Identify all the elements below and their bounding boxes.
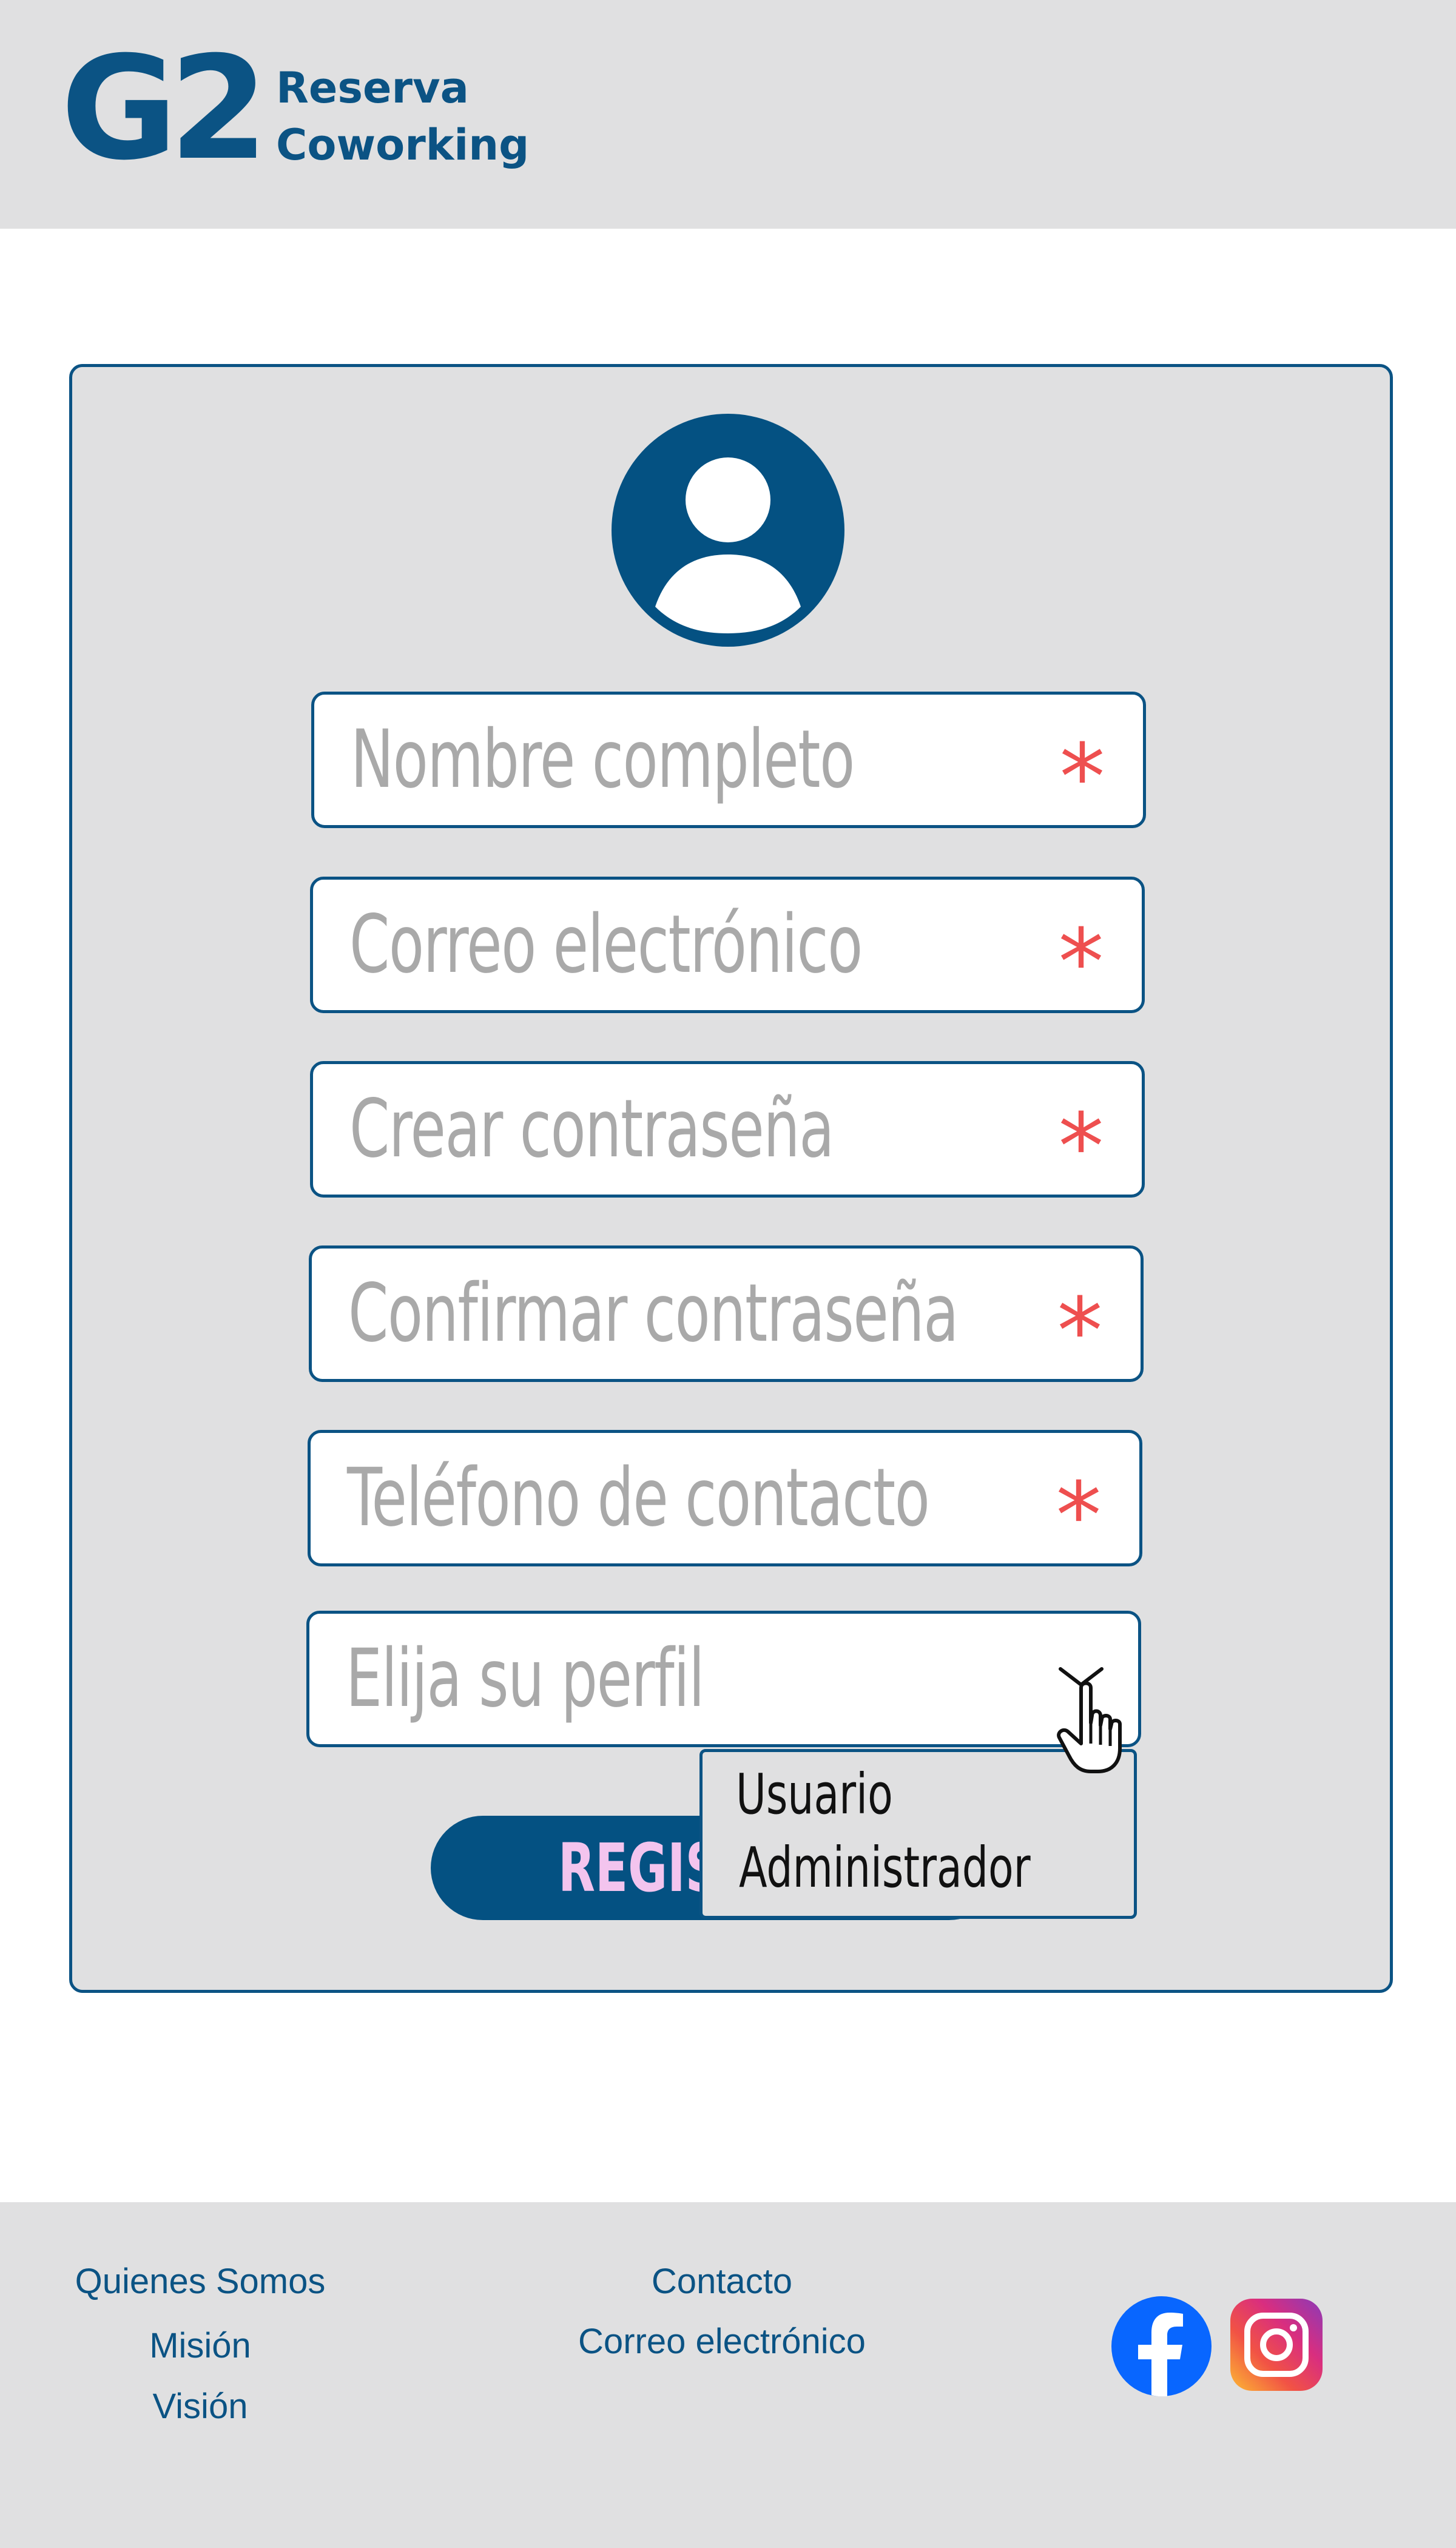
footer-link-quienes-somos[interactable]: Quienes Somos — [67, 2260, 334, 2303]
required-asterisk: * — [1056, 1463, 1102, 1569]
required-asterisk: * — [1058, 910, 1104, 1016]
create-password-placeholder: Crear contraseña — [349, 1082, 834, 1176]
footer-link-vision[interactable]: Visión — [67, 2385, 334, 2428]
required-asterisk: * — [1058, 1094, 1104, 1200]
logo-mark[interactable]: G2 — [61, 38, 268, 180]
phone-placeholder: Teléfono de contacto — [347, 1451, 930, 1545]
required-asterisk: * — [1059, 725, 1105, 831]
logo-line-2: Coworking — [276, 120, 530, 170]
logo-text: Reserva Coworking — [276, 59, 529, 174]
full-name-field[interactable]: Nombre completo * — [311, 692, 1146, 828]
phone-field[interactable]: Teléfono de contacto * — [308, 1430, 1142, 1566]
required-asterisk: * — [1057, 1279, 1103, 1384]
profile-select-placeholder: Elija su perfil — [346, 1632, 705, 1725]
email-field[interactable]: Correo electrónico * — [310, 877, 1145, 1013]
facebook-icon[interactable] — [1111, 2296, 1212, 2396]
confirm-password-field[interactable]: Confirmar contraseña * — [309, 1245, 1144, 1382]
dropdown-option-administrador[interactable]: Administrador — [739, 1835, 1031, 1901]
footer-link-mision[interactable]: Misión — [67, 2325, 334, 2367]
register-button-label: REGIS — [558, 1829, 720, 1907]
logo-line-1: Reserva — [276, 63, 469, 113]
full-name-placeholder: Nombre completo — [351, 713, 855, 806]
confirm-password-placeholder: Confirmar contraseña — [348, 1267, 959, 1360]
email-placeholder: Correo electrónico — [349, 898, 863, 991]
dropdown-option-usuario[interactable]: Usuario — [736, 1761, 893, 1828]
profile-select[interactable]: Elija su perfil — [306, 1611, 1141, 1747]
instagram-icon[interactable] — [1230, 2299, 1323, 2391]
footer-link-correo[interactable]: Correo electrónico — [558, 2320, 886, 2363]
avatar-icon — [612, 414, 844, 647]
footer-link-contacto[interactable]: Contacto — [564, 2260, 880, 2303]
hand-cursor-icon — [1057, 1681, 1122, 1773]
create-password-field[interactable]: Crear contraseña * — [310, 1061, 1145, 1198]
